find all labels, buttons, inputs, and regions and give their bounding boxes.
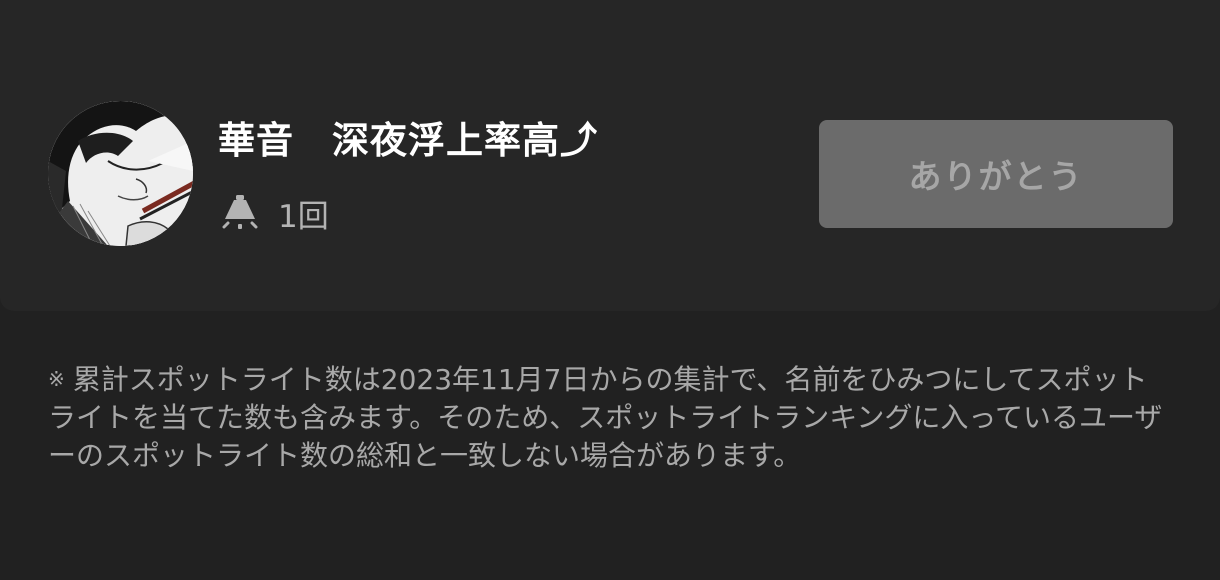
thanks-button[interactable]: ありがとう (819, 120, 1173, 228)
avatar[interactable] (48, 101, 193, 246)
spotlight-count-text: 1回 (278, 198, 329, 235)
user-name: 華音 深夜浮上率高⤴ (218, 119, 598, 162)
spotlight-icon (222, 195, 258, 229)
spotlight-count: 1回 (222, 192, 329, 235)
avatar-illustration (48, 101, 193, 246)
note-text: 累計スポットライト数は2023年11月7日からの集計で、名前をひみつにしてスポッ… (48, 363, 1163, 472)
spotlight-note: ※ 累計スポットライト数は2023年11月7日からの集計で、名前をひみつにしてスポ… (48, 360, 1168, 475)
profile-card: 華音 深夜浮上率高⤴ 1回 ありがとう (0, 0, 1220, 311)
note-mark: ※ (48, 367, 65, 391)
